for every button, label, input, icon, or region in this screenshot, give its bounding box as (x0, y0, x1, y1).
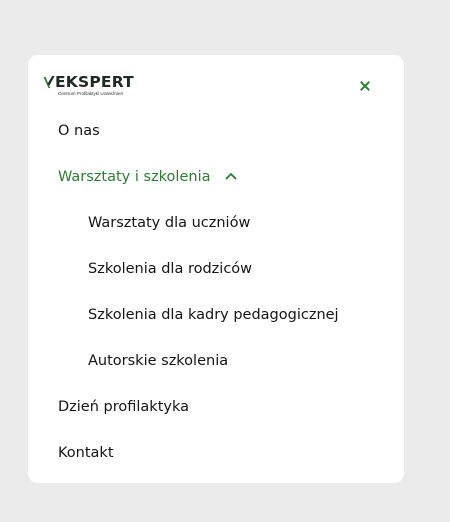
submenu-item-label: Autorskie szkolenia (88, 353, 229, 369)
submenu-item-warsztaty-dla-uczniow[interactable]: Warsztaty dla uczniów (88, 214, 250, 232)
nav-item-label: Kontakt (58, 445, 114, 461)
nav-item-label: Dzień profilaktyka (58, 399, 189, 415)
chevron-up-icon (225, 172, 237, 179)
mobile-menu-panel: EKSPERT Centrum Profilaktyki Uzależnień … (28, 55, 404, 483)
nav-item-label: Warsztaty i szkolenia (58, 169, 211, 185)
submenu-item-label: Szkolenia dla kadry pedagogicznej (88, 307, 339, 323)
submenu-item-label: Szkolenia dla rodziców (88, 261, 253, 277)
nav-item-warsztaty-i-szkolenia[interactable]: Warsztaty i szkolenia (58, 168, 237, 186)
nav-item-o-nas[interactable]: O nas (58, 122, 100, 140)
close-icon (360, 81, 370, 91)
submenu-item-autorskie-szkolenia[interactable]: Autorskie szkolenia (88, 352, 228, 370)
logo-check-icon (43, 76, 55, 88)
close-button[interactable] (357, 78, 373, 94)
submenu-item-szkolenia-dla-kadry[interactable]: Szkolenia dla kadry pedagogicznej (88, 306, 339, 324)
logo-wordmark: EKSPERT (55, 73, 134, 91)
brand-logo[interactable]: EKSPERT Centrum Profilaktyki Uzależnień (43, 73, 153, 100)
logo-tagline: Centrum Profilaktyki Uzależnień (58, 91, 124, 96)
nav-item-dzien-profilaktyka[interactable]: Dzień profilaktyka (58, 398, 189, 416)
nav-item-kontakt[interactable]: Kontakt (58, 444, 114, 462)
submenu-item-label: Warsztaty dla uczniów (88, 215, 251, 231)
nav-item-label: O nas (58, 123, 100, 139)
submenu-item-szkolenia-dla-rodzicow[interactable]: Szkolenia dla rodziców (88, 260, 252, 278)
